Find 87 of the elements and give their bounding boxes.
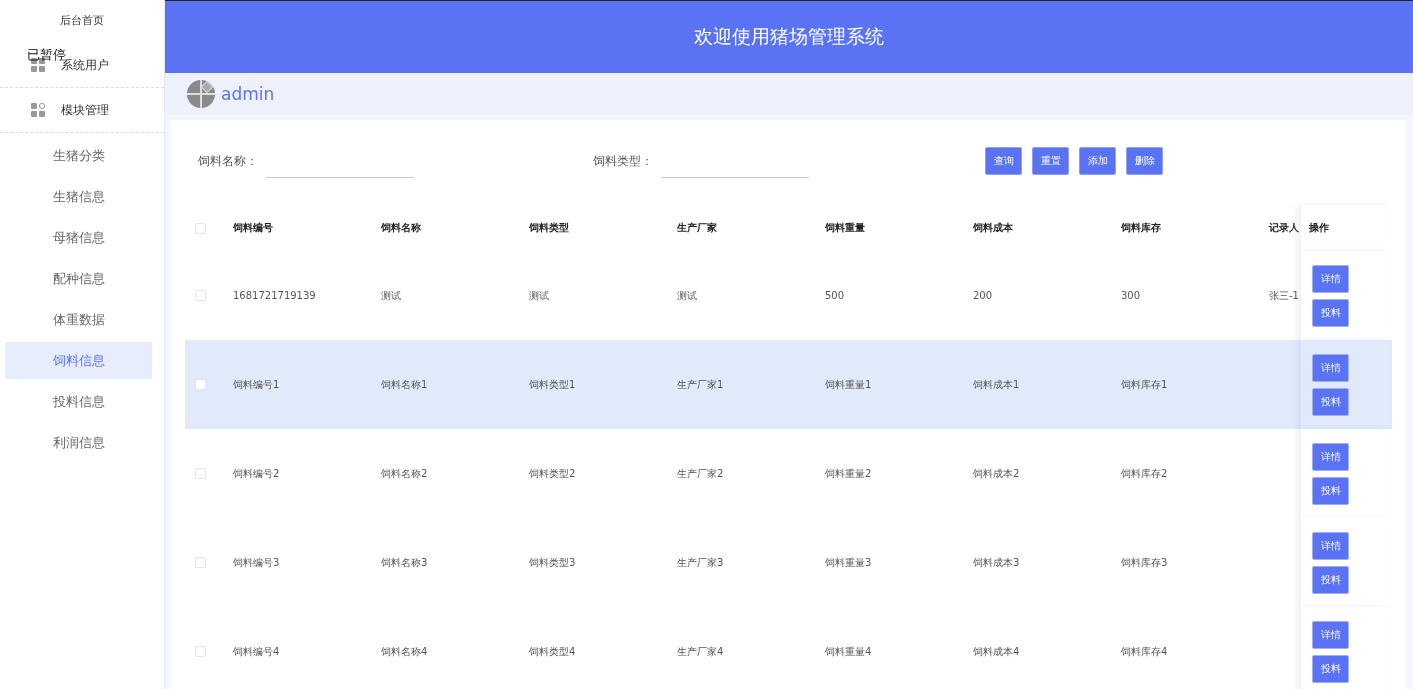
table-cell: 1681721719139: [233, 290, 316, 301]
menu-item[interactable]: 投料信息: [5, 383, 152, 420]
menu-item[interactable]: 配种信息: [5, 260, 152, 297]
table-cell: 饲料库存4: [1121, 645, 1168, 657]
row-button[interactable]: 详情: [1312, 353, 1349, 382]
table-row[interactable]: 饲料编号2 饲料名称2 饲料类型2 生产厂家2 饲料重量2 饲料成本2 饲料库存2 详情 投料: [185, 429, 1392, 518]
column-header: 饲料重量: [825, 222, 865, 233]
table-cell: 饲料成本2: [973, 467, 1020, 479]
table-cell: 饲料库存1: [1121, 378, 1168, 390]
column-header: 操作: [1309, 221, 1329, 235]
table-cell: 饲料成本1: [973, 378, 1020, 390]
table-cell: 饲料名称4: [381, 645, 428, 657]
checkbox[interactable]: [195, 646, 206, 657]
action-button[interactable]: 重置: [1032, 147, 1069, 175]
table-row[interactable]: 1681721719139 测试 测试 测试 500 200 300 张三-1 详情 投料: [185, 251, 1392, 340]
table-cell: 生产厂家2: [677, 467, 724, 479]
action-button[interactable]: 删除: [1126, 147, 1163, 175]
table-cell: 饲料类型1: [529, 378, 576, 390]
menu-item[interactable]: 母猪信息: [5, 219, 152, 256]
row-button[interactable]: 投料: [1312, 654, 1349, 683]
table-cell: 饲料名称2: [381, 467, 428, 479]
table-cell: 生产厂家1: [677, 378, 724, 390]
checkbox[interactable]: [195, 290, 206, 301]
row-button[interactable]: 投料: [1312, 476, 1349, 505]
table-cell: 饲料类型4: [529, 645, 576, 657]
action-button[interactable]: 添加: [1079, 147, 1116, 175]
row-button[interactable]: 详情: [1312, 531, 1349, 560]
table-cell: 饲料重量2: [825, 467, 872, 479]
checkbox[interactable]: [195, 379, 206, 390]
column-header: 饲料编号: [233, 222, 273, 233]
table-cell: 测试: [381, 289, 401, 301]
menu-item[interactable]: 生猪分类: [5, 137, 152, 174]
table-cell: 测试: [529, 289, 549, 301]
paused-label: 已暂停: [27, 46, 66, 62]
avatar-icon: [187, 80, 215, 108]
row-button[interactable]: 详情: [1312, 442, 1349, 471]
table-cell: 500: [825, 290, 845, 301]
table-cell: 饲料名称1: [381, 378, 428, 390]
table-row[interactable]: 饲料编号1 饲料名称1 饲料类型1 生产厂家1 饲料重量1 饲料成本1 饲料库存1 详情 投料: [185, 340, 1392, 429]
column-header: 记录人: [1269, 222, 1299, 233]
user-name: admin: [221, 84, 275, 104]
row-button[interactable]: 投料: [1312, 298, 1349, 327]
column-header: 饲料库存: [1121, 222, 1161, 233]
column-header: 饲料类型: [529, 222, 569, 233]
checkbox[interactable]: [195, 468, 206, 479]
table-cell: 饲料库存2: [1121, 467, 1168, 479]
table-cell: 饲料重量1: [825, 378, 872, 390]
table-cell: 饲料编号4: [233, 645, 280, 657]
table-cell: 生产厂家3: [677, 556, 724, 568]
menu-item[interactable]: 饲料信息: [5, 342, 152, 379]
table-cell: 200: [973, 290, 993, 301]
menu-item[interactable]: 利润信息: [5, 424, 152, 461]
checkbox[interactable]: [195, 222, 206, 234]
menu-group[interactable]: 模块管理: [0, 88, 164, 133]
table-cell: 饲料库存3: [1121, 556, 1168, 568]
row-button[interactable]: 详情: [1312, 620, 1349, 649]
table-cell: 张三-1: [1269, 289, 1299, 301]
page-title: 欢迎使用猪场管理系统: [694, 24, 884, 49]
table-cell: 饲料类型3: [529, 556, 576, 568]
column-header: 饲料成本: [973, 222, 1013, 233]
row-button[interactable]: 投料: [1312, 565, 1349, 594]
table-cell: 饲料重量3: [825, 556, 872, 568]
filter-label: 饲料名称：: [198, 152, 259, 170]
action-button[interactable]: 查询: [985, 147, 1022, 175]
filter-label: 饲料类型：: [593, 152, 654, 170]
row-button[interactable]: 投料: [1312, 387, 1349, 416]
table-cell: 饲料成本3: [973, 556, 1020, 568]
table-cell: 饲料名称3: [381, 556, 428, 568]
table-cell: 饲料编号1: [233, 378, 280, 390]
table-cell: 饲料编号2: [233, 467, 280, 479]
menu-item[interactable]: 体重数据: [5, 301, 152, 338]
table-cell: 饲料成本4: [973, 645, 1020, 657]
table-row[interactable]: 饲料编号4 饲料名称4 饲料类型4 生产厂家4 饲料重量4 饲料成本4 饲料库存4 详情 投料: [185, 607, 1392, 689]
table-cell: 饲料类型2: [529, 467, 576, 479]
home-link[interactable]: 后台首页: [0, 0, 164, 43]
menu-item[interactable]: 生猪信息: [5, 178, 152, 215]
table-cell: 测试: [677, 289, 697, 301]
table-cell: 饲料编号3: [233, 556, 280, 568]
table-row[interactable]: 饲料编号3 饲料名称3 饲料类型3 生产厂家3 饲料重量3 饲料成本3 饲料库存3 详情 投料: [185, 518, 1392, 607]
grid-icon: [31, 103, 45, 117]
checkbox[interactable]: [195, 557, 206, 568]
row-button[interactable]: 详情: [1312, 264, 1349, 293]
column-header: 饲料名称: [381, 222, 421, 233]
table-cell: 300: [1121, 290, 1141, 301]
table-cell: 饲料重量4: [825, 645, 872, 657]
column-header: 生产厂家: [677, 222, 717, 233]
table-cell: 生产厂家4: [677, 645, 724, 657]
